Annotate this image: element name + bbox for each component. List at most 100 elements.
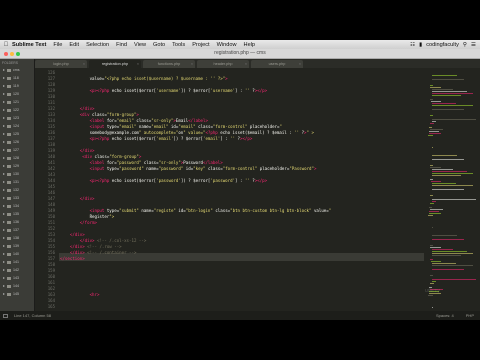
sidebar-item[interactable]: 139 xyxy=(0,242,34,250)
minimap-line xyxy=(431,251,467,252)
letterbox-bottom xyxy=(0,320,480,360)
minimap-line xyxy=(430,245,434,246)
folder-icon xyxy=(7,132,11,136)
close-tab-icon[interactable]: × xyxy=(245,60,247,68)
sidebar-item-label: 129 xyxy=(13,164,19,168)
minimap-line xyxy=(431,265,473,266)
menu-file[interactable]: File xyxy=(53,42,62,48)
tab-label: login.php xyxy=(53,62,69,66)
syntax-setting[interactable]: PHP xyxy=(466,311,474,320)
minimap-line xyxy=(431,95,462,96)
folder-icon xyxy=(7,172,11,176)
battery-icon[interactable]: ▮ xyxy=(419,42,422,48)
minimap-line xyxy=(430,275,434,276)
sidebar-item[interactable]: 125 xyxy=(0,130,34,138)
sidebar-item[interactable]: 122 xyxy=(0,106,34,114)
sidebar-item[interactable]: 126 xyxy=(0,138,34,146)
sidebar-item-label: 120 xyxy=(13,92,19,96)
minimap-line xyxy=(431,119,476,120)
sidebar-item[interactable]: 142 xyxy=(0,266,34,274)
sidebar-item[interactable]: 136 xyxy=(0,218,34,226)
menu-app-name[interactable]: Sublime Text xyxy=(12,42,46,48)
sidebar-item[interactable]: 129 xyxy=(0,162,34,170)
menu-edit[interactable]: Edit xyxy=(69,42,79,48)
apple-icon[interactable]:  xyxy=(0,42,12,48)
sidebar-item[interactable]: 137 xyxy=(0,226,34,234)
menu-project[interactable]: Project xyxy=(192,42,209,48)
sidebar-item[interactable]: 141 xyxy=(0,258,34,266)
menu-goto[interactable]: Goto xyxy=(153,42,165,48)
minimap-line xyxy=(431,91,467,92)
sidebar-item[interactable]: 128 xyxy=(0,154,34,162)
tab-login[interactable]: login.php × xyxy=(35,60,87,68)
tab-bar: login.php × registration.php × functions.p… xyxy=(35,59,480,68)
chevron-right-icon xyxy=(3,237,5,240)
sidebar-item[interactable]: 124 xyxy=(0,122,34,130)
folder-icon xyxy=(7,220,11,224)
close-tab-icon[interactable]: × xyxy=(137,60,139,68)
minimap-line xyxy=(430,101,442,102)
sidebar-item[interactable]: 127 xyxy=(0,146,34,154)
menu-window[interactable]: Window xyxy=(217,42,237,48)
zoom-window-icon[interactable] xyxy=(16,51,20,56)
menu-tools[interactable]: Tools xyxy=(172,42,185,48)
sidebar-item[interactable]: 143 xyxy=(0,274,34,282)
minimap-line xyxy=(431,75,457,76)
menu-user[interactable]: codingfaculty xyxy=(426,42,459,48)
sidebar-item[interactable]: 118 xyxy=(0,74,34,82)
close-window-icon[interactable] xyxy=(4,51,8,56)
minimap-line xyxy=(428,135,433,136)
sidebar-item[interactable]: 138 xyxy=(0,234,34,242)
sidebar-item[interactable]: 144 xyxy=(0,282,34,290)
sidebar-item[interactable]: 121 xyxy=(0,98,34,106)
close-tab-icon[interactable]: × xyxy=(299,60,301,68)
tab-registration[interactable]: registration.php × xyxy=(89,60,141,68)
menu-find[interactable]: Find xyxy=(116,42,127,48)
sidebar-item-label: 139 xyxy=(13,244,19,248)
sidebar-item[interactable]: 134 xyxy=(0,202,34,210)
code-editor[interactable]: value="<?php echo isset($username) ? $us… xyxy=(60,69,424,310)
list-icon[interactable]: ☰ xyxy=(471,42,476,48)
close-tab-icon[interactable]: × xyxy=(83,60,85,68)
folder-icon xyxy=(7,84,11,88)
chevron-right-icon xyxy=(3,285,5,288)
sidebar-item[interactable]: 135 xyxy=(0,210,34,218)
folder-icon xyxy=(7,124,11,128)
indentation-setting[interactable]: Spaces: 4 xyxy=(436,311,454,320)
sidebar-item[interactable]: 120 xyxy=(0,90,34,98)
tab-header[interactable]: header.php × xyxy=(197,60,249,68)
chevron-right-icon xyxy=(3,269,5,272)
close-tab-icon[interactable]: × xyxy=(191,60,193,68)
menu-help[interactable]: Help xyxy=(244,42,256,48)
chevron-right-icon xyxy=(3,197,5,200)
panel-toggle-icon[interactable] xyxy=(3,313,8,318)
search-icon[interactable]: ⚲ xyxy=(463,42,467,48)
wifi-icon[interactable]: ☷ xyxy=(410,42,415,48)
sidebar-item-label: 124 xyxy=(13,124,19,128)
sidebar-item[interactable]: 132 xyxy=(0,186,34,194)
minimap-line xyxy=(430,115,434,116)
chevron-right-icon xyxy=(3,125,5,128)
sidebar-item[interactable]: 140 xyxy=(0,250,34,258)
sidebar-item-label: 133 xyxy=(13,196,19,200)
minimap[interactable] xyxy=(424,69,480,310)
tab-functions[interactable]: functions.php × xyxy=(143,60,195,68)
sidebar-item[interactable]: 145 xyxy=(0,290,34,298)
minimap-line xyxy=(431,169,454,170)
minimize-window-icon[interactable] xyxy=(10,51,14,56)
chevron-right-icon xyxy=(3,277,5,280)
sidebar-item[interactable]: 119 xyxy=(0,82,34,90)
menu-selection[interactable]: Selection xyxy=(86,42,109,48)
chevron-right-icon xyxy=(3,221,5,224)
sidebar-item[interactable]: 130 xyxy=(0,170,34,178)
sidebar-item-label: 127 xyxy=(13,148,19,152)
sidebar-item-label: 118 xyxy=(13,76,19,80)
sidebar-item[interactable]: 131 xyxy=(0,178,34,186)
sidebar-item-label: 136 xyxy=(13,220,19,224)
minimap-line xyxy=(431,253,473,254)
tab-users[interactable]: users.php × xyxy=(251,60,303,68)
sidebar-item[interactable]: 133 xyxy=(0,194,34,202)
menu-view[interactable]: View xyxy=(134,42,146,48)
sidebar-item[interactable]: 123 xyxy=(0,114,34,122)
sidebar-folder-root[interactable]: cms xyxy=(0,66,34,74)
